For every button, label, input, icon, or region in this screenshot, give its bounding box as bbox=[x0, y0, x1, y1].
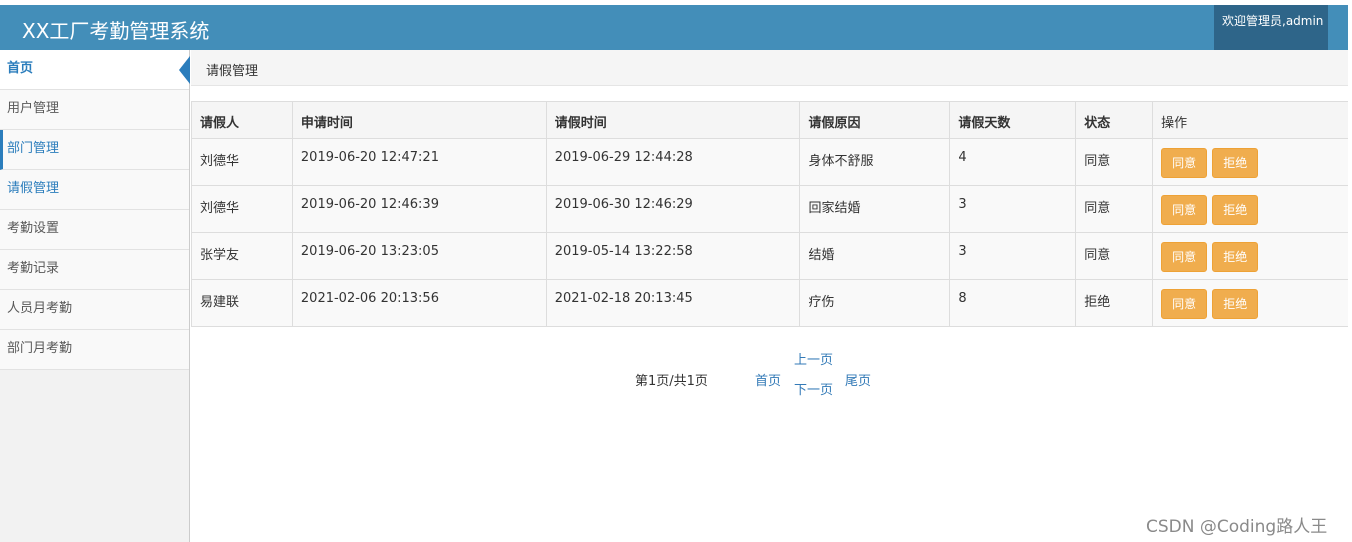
column-header: 状态 bbox=[1075, 101, 1154, 139]
sidebar-item-label: 人员月考勤 bbox=[7, 301, 73, 316]
cell-applicant: 刘德华 bbox=[191, 185, 293, 233]
pager-last-link[interactable]: 尾页 bbox=[845, 370, 871, 389]
reject-button[interactable]: 拒绝 bbox=[1212, 242, 1259, 272]
pager-info: 第1页/共1页 bbox=[635, 374, 708, 389]
cell-days: 3 bbox=[949, 232, 1077, 280]
sidebar-item-users[interactable]: 用户管理 bbox=[0, 90, 189, 130]
sidebar-item-label: 请假管理 bbox=[7, 181, 60, 196]
table-header-row: 请假人 申请时间 请假时间 请假原因 请假天数 状态 操作 bbox=[191, 101, 1349, 139]
column-header: 申请时间 bbox=[291, 101, 547, 139]
cell-apply-time: 2019-06-20 13:23:05 bbox=[291, 232, 547, 280]
reject-button[interactable]: 拒绝 bbox=[1212, 148, 1259, 178]
sidebar-item-attendance-settings[interactable]: 考勤设置 bbox=[0, 210, 189, 250]
cell-leave-time: 2019-06-30 12:46:29 bbox=[545, 185, 801, 233]
pager-next-link[interactable]: 下一页 bbox=[794, 379, 833, 398]
right-edge bbox=[1348, 5, 1352, 542]
app-title: XX工厂考勤管理系统 bbox=[22, 19, 210, 43]
sidebar-item-label: 用户管理 bbox=[7, 101, 60, 116]
column-header: 请假时间 bbox=[545, 101, 801, 139]
cell-reason: 身体不舒服 bbox=[799, 138, 951, 186]
breadcrumb-bar: 请假管理 bbox=[191, 50, 1348, 86]
cell-apply-time: 2019-06-20 12:47:21 bbox=[291, 138, 547, 186]
sidebar: 首页 用户管理 部门管理 请假管理 考勤设置 考勤记录 人员月考勤 部门月考勤 bbox=[0, 50, 190, 542]
cell-status: 同意 bbox=[1075, 185, 1154, 233]
sidebar-item-label: 部门月考勤 bbox=[7, 341, 73, 356]
cell-actions: 同意 拒绝 bbox=[1152, 232, 1349, 280]
approve-button[interactable]: 同意 bbox=[1161, 148, 1208, 178]
breadcrumb: 请假管理 bbox=[206, 64, 259, 79]
approve-button[interactable]: 同意 bbox=[1161, 195, 1208, 225]
table-row: 张学友 2019-06-20 13:23:05 2019-05-14 13:22… bbox=[191, 232, 1349, 280]
sidebar-item-home[interactable]: 首页 bbox=[0, 50, 190, 90]
cell-leave-time: 2021-02-18 20:13:45 bbox=[545, 279, 801, 327]
cell-status: 同意 bbox=[1075, 232, 1154, 280]
cell-leave-time: 2019-06-29 12:44:28 bbox=[545, 138, 801, 186]
sidebar-item-label: 首页 bbox=[7, 61, 34, 76]
cell-reason: 疗伤 bbox=[799, 279, 951, 327]
pager-first-link[interactable]: 首页 bbox=[755, 370, 781, 389]
active-arrow-icon bbox=[179, 56, 190, 84]
sidebar-item-label: 考勤设置 bbox=[7, 221, 60, 236]
column-header: 请假天数 bbox=[949, 101, 1077, 139]
sidebar-item-label: 部门管理 bbox=[7, 141, 60, 156]
cell-actions: 同意 拒绝 bbox=[1152, 185, 1349, 233]
watermark: CSDN @Coding路人王 bbox=[1146, 517, 1328, 537]
cell-applicant: 张学友 bbox=[191, 232, 293, 280]
cell-actions: 同意 拒绝 bbox=[1152, 279, 1349, 327]
cell-actions: 同意 拒绝 bbox=[1152, 138, 1349, 186]
cell-days: 3 bbox=[949, 185, 1077, 233]
cell-reason: 结婚 bbox=[799, 232, 951, 280]
table-row: 易建联 2021-02-06 20:13:56 2021-02-18 20:13… bbox=[191, 279, 1349, 327]
sidebar-item-label: 考勤记录 bbox=[7, 261, 60, 276]
cell-apply-time: 2019-06-20 12:46:39 bbox=[291, 185, 547, 233]
reject-button[interactable]: 拒绝 bbox=[1212, 289, 1259, 319]
cell-days: 4 bbox=[949, 138, 1077, 186]
cell-status: 拒绝 bbox=[1075, 279, 1154, 327]
pager-prev-link[interactable]: 上一页 bbox=[794, 349, 833, 368]
sidebar-item-attendance-records[interactable]: 考勤记录 bbox=[0, 250, 189, 290]
sidebar-item-staff-monthly[interactable]: 人员月考勤 bbox=[0, 290, 189, 330]
table-row: 刘德华 2019-06-20 12:47:21 2019-06-29 12:44… bbox=[191, 138, 1349, 186]
approve-button[interactable]: 同意 bbox=[1161, 242, 1208, 272]
app-header: XX工厂考勤管理系统 欢迎管理员,admin bbox=[0, 5, 1348, 50]
column-header: 操作 bbox=[1152, 101, 1349, 139]
cell-days: 8 bbox=[949, 279, 1077, 327]
sidebar-item-departments[interactable]: 部门管理 bbox=[0, 130, 189, 170]
cell-applicant: 易建联 bbox=[191, 279, 293, 327]
cell-apply-time: 2021-02-06 20:13:56 bbox=[291, 279, 547, 327]
sidebar-item-dept-monthly[interactable]: 部门月考勤 bbox=[0, 330, 189, 370]
cell-leave-time: 2019-05-14 13:22:58 bbox=[545, 232, 801, 280]
leave-table: 请假人 申请时间 请假时间 请假原因 请假天数 状态 操作 刘德华 2019-0… bbox=[191, 101, 1349, 327]
sidebar-item-leave[interactable]: 请假管理 bbox=[0, 170, 189, 210]
cell-status: 同意 bbox=[1075, 138, 1154, 186]
column-header: 请假原因 bbox=[799, 101, 951, 139]
approve-button[interactable]: 同意 bbox=[1161, 289, 1208, 319]
cell-applicant: 刘德华 bbox=[191, 138, 293, 186]
reject-button[interactable]: 拒绝 bbox=[1212, 195, 1259, 225]
user-welcome[interactable]: 欢迎管理员,admin bbox=[1214, 5, 1328, 50]
table-row: 刘德华 2019-06-20 12:46:39 2019-06-30 12:46… bbox=[191, 185, 1349, 233]
column-header: 请假人 bbox=[191, 101, 293, 139]
cell-reason: 回家结婚 bbox=[799, 185, 951, 233]
